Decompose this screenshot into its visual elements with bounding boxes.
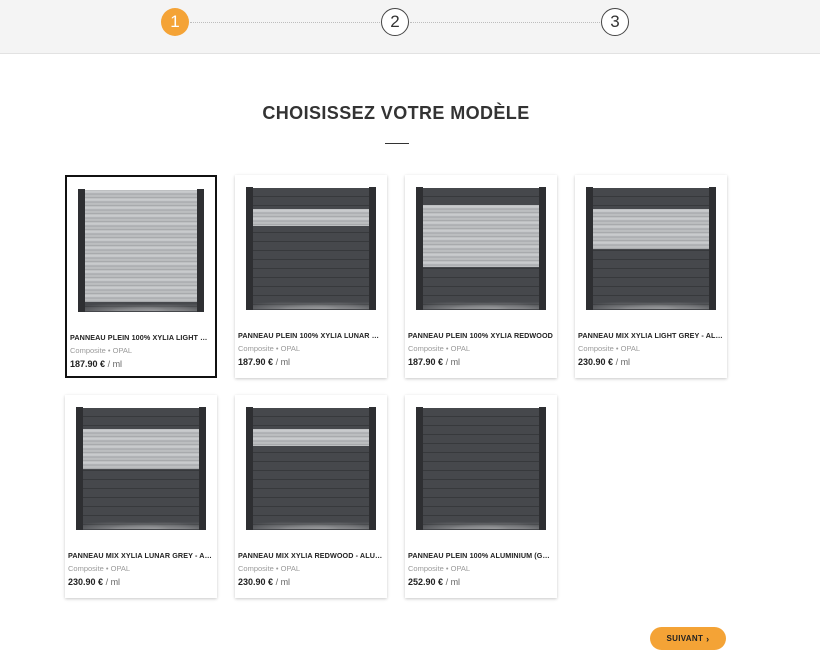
price-unit: / ml (275, 577, 291, 587)
product-card[interactable]: PANNEAU PLEIN 100% XYLIA LIGHT GREY Comp… (65, 175, 217, 378)
product-price: 187.90 € / ml (238, 357, 291, 367)
price-unit: / ml (275, 357, 291, 367)
product-price: 187.90 € / ml (408, 357, 461, 367)
product-image (67, 177, 215, 327)
product-name: PANNEAU MIX XYLIA LUNAR GREY - ALUM... (68, 551, 214, 560)
product-card[interactable]: PANNEAU PLEIN 100% XYLIA REDWOOD Composi… (405, 175, 557, 378)
product-card[interactable]: PANNEAU PLEIN 100% ALUMINIUM (GRIS ... C… (405, 395, 557, 598)
product-image (405, 395, 557, 545)
product-price: 230.90 € / ml (68, 577, 121, 587)
product-material: Composite • OPAL (238, 344, 301, 353)
product-name: PANNEAU PLEIN 100% ALUMINIUM (GRIS ... (408, 551, 554, 560)
product-image (235, 175, 387, 325)
product-card[interactable]: PANNEAU MIX XYLIA LUNAR GREY - ALUM... C… (65, 395, 217, 598)
chevron-right-icon: › (706, 633, 710, 644)
product-material: Composite • OPAL (578, 344, 641, 353)
product-material: Composite • OPAL (68, 564, 131, 573)
product-card[interactable]: PANNEAU MIX XYLIA REDWOOD - ALUMIN... Co… (235, 395, 387, 598)
product-name: PANNEAU PLEIN 100% XYLIA LUNAR GREY (238, 331, 384, 340)
price-unit: / ml (445, 357, 461, 367)
product-image (65, 395, 217, 545)
page-title: CHOISISSEZ VOTRE MODÈLE (262, 103, 530, 123)
product-name: PANNEAU MIX XYLIA LIGHT GREY - ALUMI... (578, 331, 724, 340)
product-material: Composite • OPAL (70, 346, 133, 355)
price-unit: / ml (615, 357, 631, 367)
product-name: PANNEAU MIX XYLIA REDWOOD - ALUMIN... (238, 551, 384, 560)
step-3[interactable]: 3 (601, 8, 629, 36)
product-price: 187.90 € / ml (70, 359, 123, 369)
next-button-label: SUIVANT (666, 634, 704, 643)
step-number: 1 (170, 12, 180, 31)
step-connector (190, 22, 380, 23)
stepper: 1 2 3 (0, 0, 820, 54)
product-image (405, 175, 557, 325)
next-button[interactable]: SUIVANT › (650, 627, 726, 650)
product-name: PANNEAU PLEIN 100% XYLIA LIGHT GREY (70, 333, 212, 342)
price-unit: / ml (107, 359, 123, 369)
price-unit: / ml (445, 577, 461, 587)
step-connector (410, 22, 600, 23)
product-price: 252.90 € / ml (408, 577, 461, 587)
product-name: PANNEAU PLEIN 100% XYLIA REDWOOD (408, 331, 553, 340)
price-unit: / ml (105, 577, 121, 587)
step-number: 2 (390, 12, 400, 31)
product-price: 230.90 € / ml (238, 577, 291, 587)
product-card[interactable]: PANNEAU PLEIN 100% XYLIA LUNAR GREY Comp… (235, 175, 387, 378)
product-material: Composite • OPAL (238, 564, 301, 573)
product-image (575, 175, 727, 325)
title-divider (385, 143, 409, 144)
step-1[interactable]: 1 (161, 8, 189, 36)
product-card[interactable]: PANNEAU MIX XYLIA LIGHT GREY - ALUMI... … (575, 175, 727, 378)
step-number: 3 (610, 12, 620, 31)
product-material: Composite • OPAL (408, 344, 471, 353)
product-material: Composite • OPAL (408, 564, 471, 573)
step-2[interactable]: 2 (381, 8, 409, 36)
product-image (235, 395, 387, 545)
product-price: 230.90 € / ml (578, 357, 631, 367)
